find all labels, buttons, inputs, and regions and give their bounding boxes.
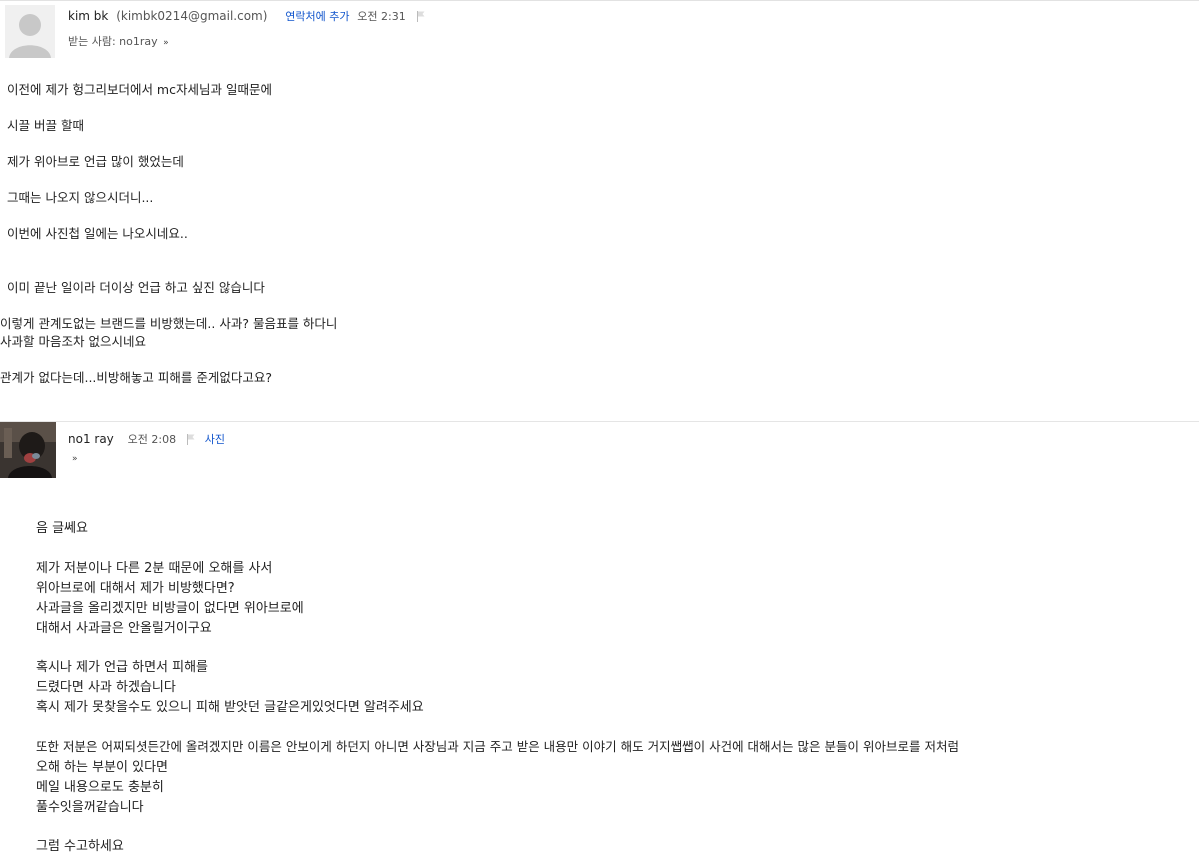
body-line: 드렸다면 사과 하겠습니다 [36,680,176,695]
message-divider [0,421,1199,422]
body-line: 제가 위아브로 언급 많이 했었는데 [7,154,184,169]
body-line: 음 글쎄요 [36,521,88,536]
double-chevron-down-icon[interactable]: » [72,454,78,464]
sender-avatar-photo[interactable] [0,422,56,478]
body-line: 그럼 수고하세요 [36,839,124,854]
recipient-line: 받는 사람: no1ray » [68,33,169,49]
body-line: 시끌 버끌 할때 [7,118,84,133]
body-line: 이번에 사진첩 일에는 나오시네요.. [7,226,188,241]
body-line: 메일 내용으로도 충분히 [36,780,164,795]
sender-avatar-default[interactable] [5,5,55,58]
body-line: 관계가 없다는데...비방해놓고 피해를 준게없다고요? [0,370,272,385]
flag-icon[interactable] [416,11,425,22]
flag-icon[interactable] [186,434,195,445]
body-line: 이미 끝난 일이라 더이상 언급 하고 싶진 않습니다 [7,280,265,295]
message-time: 오전 2:31 [357,10,406,23]
body-line: 풀수잇을꺼같습니다 [36,800,144,815]
photo-avatar-icon [0,422,56,478]
sender-email: (kimbk0214@gmail.com) [116,9,268,23]
body-line: 이렇게 관계도없는 브랜드를 비방했는데.. 사과? 물음표를 하다니 [0,316,338,331]
default-avatar-icon [5,5,55,58]
recipient-label: 받는 사람: no1ray [68,35,158,48]
body-line: 오해 하는 부분이 있다면 [36,760,168,775]
sender-name[interactable]: kim bk [68,9,108,23]
body-line: 그때는 나오지 않으시더니... [7,190,154,205]
body-line: 제가 저분이나 다른 2분 때문에 오해를 사서 [36,561,273,576]
body-line: 사과글을 올리겠지만 비방글이 없다면 위아브로에 [36,601,304,616]
body-line: 또한 저분은 어찌되셧든간에 올려겠지만 이름은 안보이게 하던지 아니면 사장… [36,739,959,754]
body-line: 혹시나 제가 언급 하면서 피해를 [36,660,209,675]
top-divider [0,0,1199,1]
message-1-header: kim bk (kimbk0214@gmail.com) 연락처에 추가 오전 … [68,8,425,24]
body-line: 사과할 마음조차 없으시네요 [0,334,146,349]
body-line: 위아브로에 대해서 제가 비방했다면? [36,581,235,596]
double-chevron-down-icon[interactable]: » [163,38,169,48]
attachment-link[interactable]: 사진 [205,433,225,446]
message-2-header: no1 ray 오전 2:08 사진 [68,431,225,447]
sender-name[interactable]: no1 ray [68,432,114,446]
message-1: kim bk (kimbk0214@gmail.com) 연락처에 추가 오전 … [0,0,1199,422]
body-line: 대해서 사과글은 안올릴거이구요 [36,621,212,636]
body-line: 혹시 제가 못찾을수도 있으니 피해 받앗던 글같은게있엇다면 알려주세요 [36,700,424,715]
add-contact-link[interactable]: 연락처에 추가 [285,10,349,23]
message-time: 오전 2:08 [127,433,177,446]
body-line: 이전에 제가 헝그리보더에서 mc자세님과 일때문에 [7,82,272,97]
